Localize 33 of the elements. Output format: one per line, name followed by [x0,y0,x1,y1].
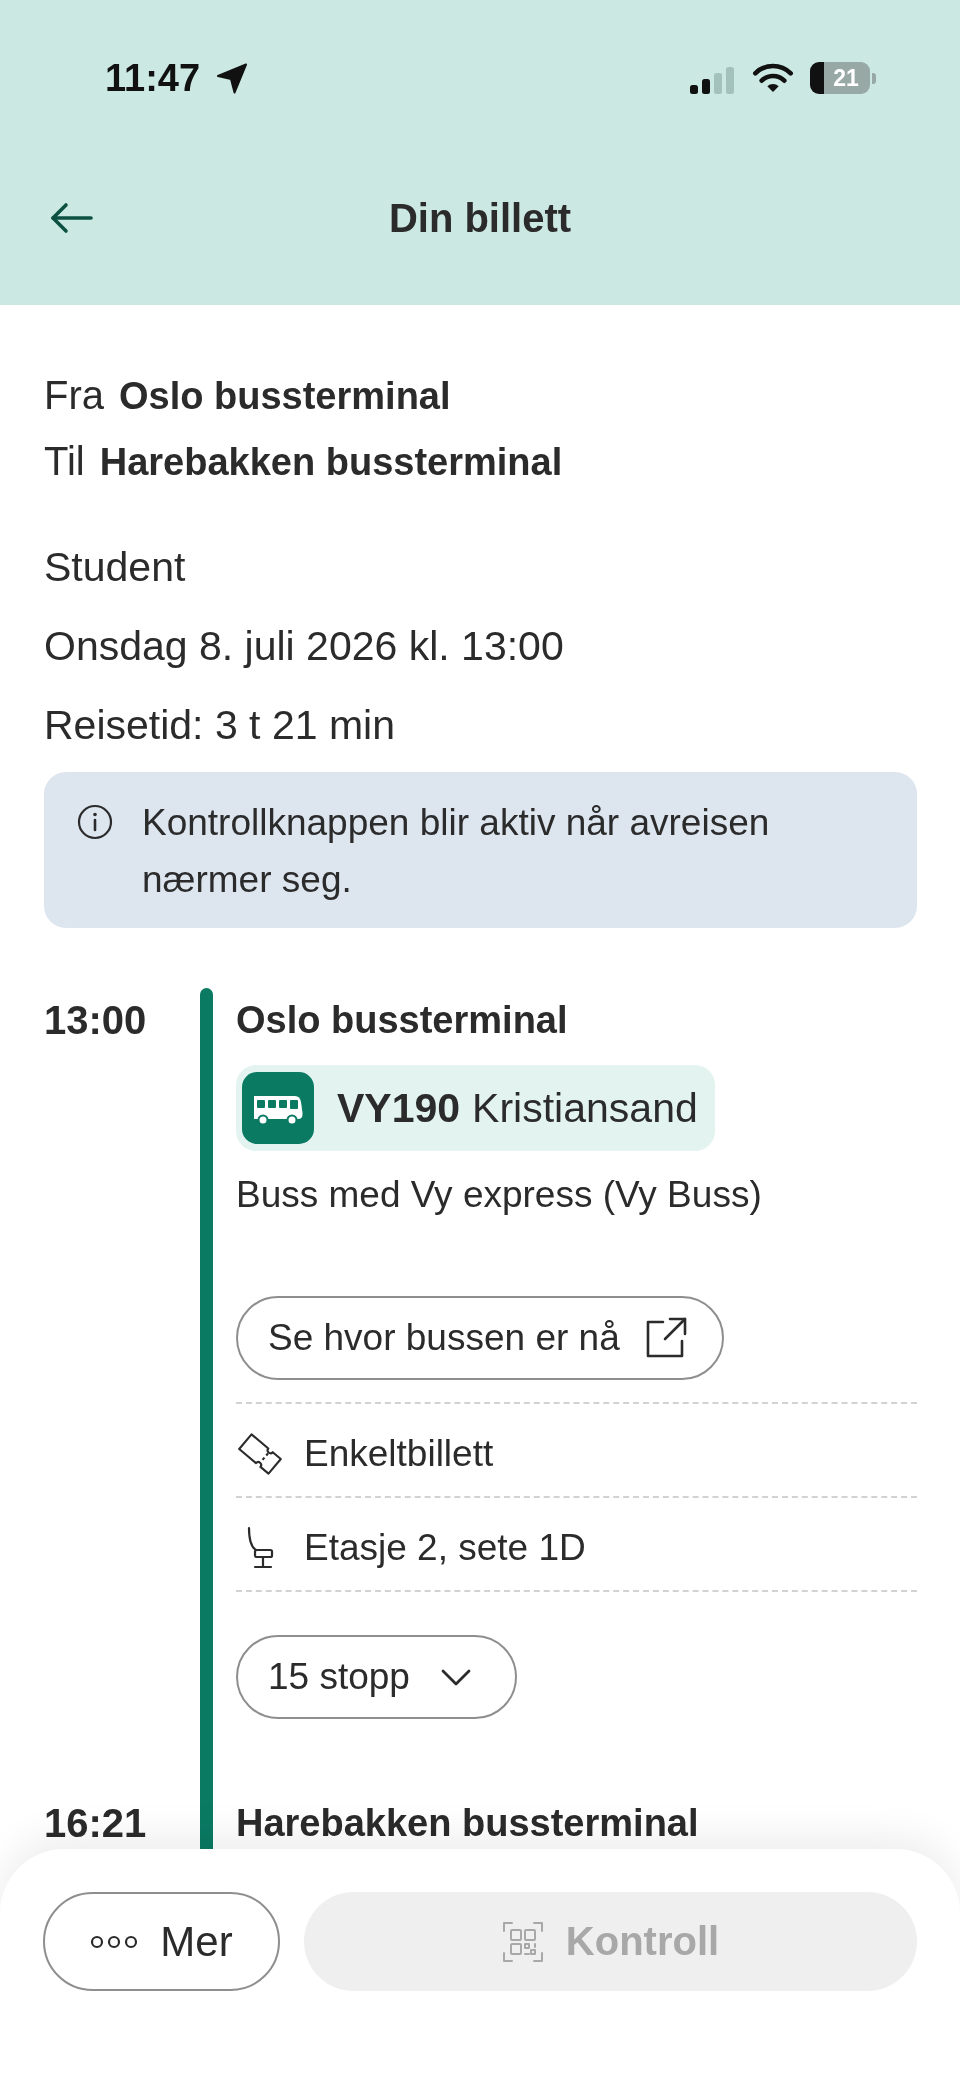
page-title: Din billett [388,195,572,242]
live-location-button[interactable]: Se hvor bussen er nå [236,1296,724,1380]
info-icon [77,804,113,840]
ticket-icon [236,1432,284,1476]
ticket-detail: Reisetid: 3 t 21 min [44,701,396,750]
route-stop-name: Oslo bussterminal [119,374,451,419]
ticket-detail: Onsdag 8. juli 2026 kl. 13:00 [44,622,565,671]
arrival-time: 16:21 [44,1800,148,1847]
chevron-down-icon [440,1668,471,1686]
more-dots-icon [90,1934,139,1949]
battery-percentage: 21 [833,66,859,90]
departure-stop: Oslo bussterminal [236,998,568,1043]
ticket-info-text: Enkeltbillett [304,1432,494,1476]
notice-text: Kontrollknappen blir aktiv når avreisen nærmer seg. [142,801,771,902]
status-time: 11:47 [105,59,201,97]
operator-text: Buss med Vy express (Vy Buss) [236,1173,762,1217]
arrival-stop: Harebakken bussterminal [235,1801,700,1846]
seat-icon [245,1526,275,1570]
ticket-detail: Student [44,543,187,592]
departure-time: 13:00 [44,997,148,1044]
qr-code-icon [501,1920,544,1963]
route-stop-name: Harebakken bussterminal [99,440,563,485]
wifi-icon [752,62,794,94]
line-number: VY190 [337,1084,461,1132]
line-destination: Kristiansand [472,1084,698,1132]
stops-button[interactable]: 15 stopp [236,1635,517,1719]
back-button[interactable] [49,202,93,234]
more-button[interactable]: Mer [43,1892,280,1991]
ticket-info-text: Etasje 2, sete 1D [304,1526,586,1570]
bus-icon [242,1072,314,1144]
route-label: Fra [44,372,104,419]
location-arrow-icon [216,62,249,94]
route-label: Til [44,438,85,485]
